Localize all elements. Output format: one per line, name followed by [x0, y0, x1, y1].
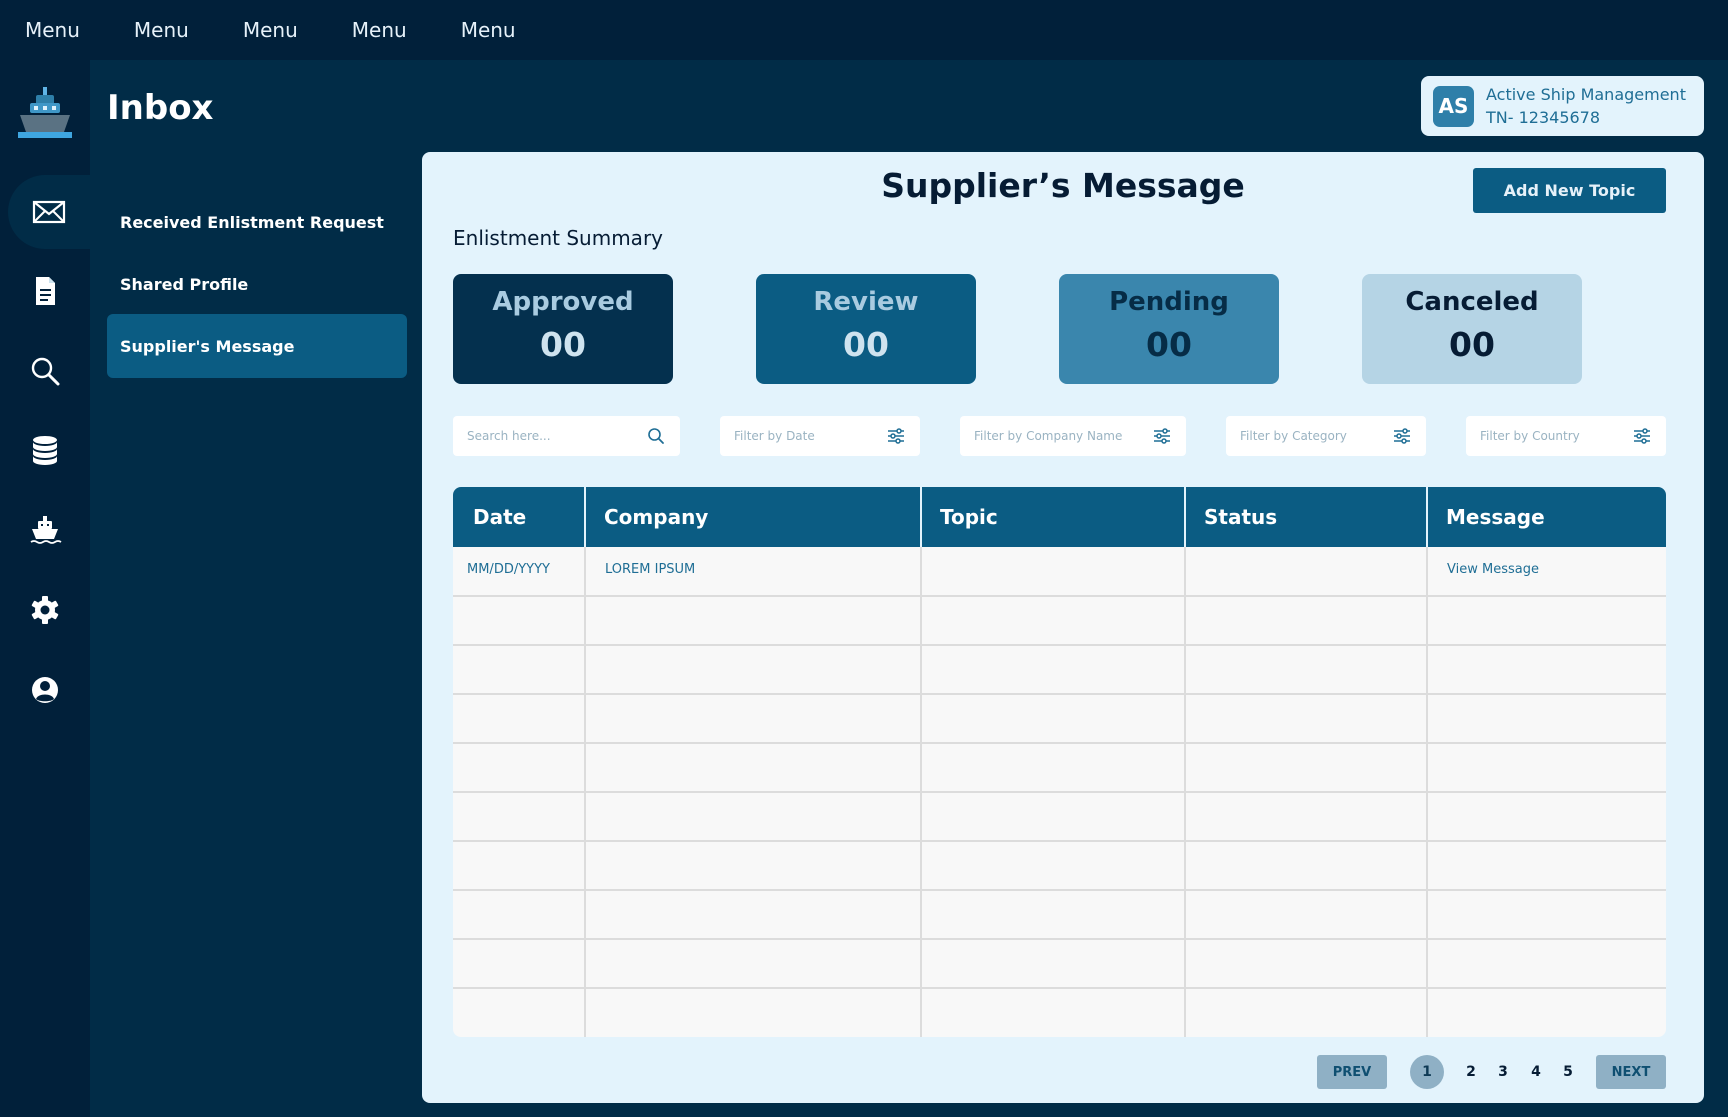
- cell-date: MM/DD/YYYY: [467, 562, 550, 577]
- messages-table: Date Company Topic Status Message MM/DD/…: [453, 487, 1666, 1037]
- card-label: Canceled: [1405, 287, 1539, 317]
- column-header-date[interactable]: Date: [453, 487, 586, 547]
- page-4[interactable]: 4: [1519, 1055, 1553, 1089]
- nav-database[interactable]: [0, 413, 90, 487]
- row-divider: [453, 987, 1666, 989]
- card-count: 00: [540, 325, 586, 364]
- card-label: Pending: [1109, 287, 1229, 317]
- main-panel: Supplier’s Message Add New Topic Enlistm…: [422, 152, 1704, 1103]
- page-title: Inbox: [107, 88, 214, 128]
- inbox-nav: Received Enlistment Request Shared Profi…: [107, 190, 407, 378]
- card-count: 00: [1146, 325, 1192, 364]
- card-count: 00: [1449, 325, 1495, 364]
- nav-ships[interactable]: [0, 493, 90, 567]
- icon-sidebar: [0, 60, 90, 1117]
- next-button[interactable]: NEXT: [1596, 1055, 1666, 1089]
- nav-item-received-enlistment-request[interactable]: Received Enlistment Request: [107, 190, 407, 254]
- top-menu-item[interactable]: Menu: [243, 18, 298, 42]
- summary-card-review: Review 00: [756, 274, 976, 384]
- nav-item-suppliers-message[interactable]: Supplier's Message: [107, 314, 407, 378]
- page-2[interactable]: 2: [1454, 1055, 1488, 1089]
- filter-company-placeholder: Filter by Company Name: [974, 429, 1123, 443]
- account-name: Active Ship Management: [1486, 85, 1686, 104]
- row-divider: [453, 889, 1666, 891]
- top-menu-bar: Menu Menu Menu Menu Menu: [0, 0, 1728, 60]
- nav-mail[interactable]: [8, 175, 90, 249]
- search-placeholder: Search here...: [467, 429, 551, 443]
- row-divider: [453, 742, 1666, 744]
- summary-label: Enlistment Summary: [453, 226, 663, 250]
- row-divider: [453, 791, 1666, 793]
- page-1[interactable]: 1: [1410, 1055, 1444, 1089]
- row-divider: [453, 644, 1666, 646]
- account-id: TN- 12345678: [1486, 108, 1601, 127]
- nav-item-shared-profile[interactable]: Shared Profile: [107, 252, 407, 316]
- row-divider: [453, 595, 1666, 597]
- card-label: Approved: [492, 287, 634, 317]
- filter-country-placeholder: Filter by Country: [1480, 429, 1580, 443]
- top-menu-item[interactable]: Menu: [25, 18, 80, 42]
- avatar: AS: [1433, 85, 1474, 127]
- column-header-topic[interactable]: Topic: [920, 487, 1186, 547]
- top-menu-item[interactable]: Menu: [134, 18, 189, 42]
- filter-category[interactable]: Filter by Category: [1226, 416, 1426, 456]
- filter-company[interactable]: Filter by Company Name: [960, 416, 1186, 456]
- nav-settings[interactable]: [0, 573, 90, 647]
- ship-icon: [30, 516, 62, 544]
- sliders-icon: [1634, 428, 1650, 444]
- table-header: Date Company Topic Status Message: [453, 487, 1666, 547]
- row-divider: [453, 693, 1666, 695]
- prev-button[interactable]: PREV: [1317, 1055, 1387, 1089]
- page-5[interactable]: 5: [1551, 1055, 1585, 1089]
- document-icon: [36, 277, 55, 305]
- summary-card-approved: Approved 00: [453, 274, 673, 384]
- account-card[interactable]: AS Active Ship Management TN- 12345678: [1421, 76, 1704, 136]
- filter-category-placeholder: Filter by Category: [1240, 429, 1347, 443]
- search-icon: [31, 357, 60, 386]
- user-icon: [32, 677, 58, 703]
- summary-card-pending: Pending 00: [1059, 274, 1279, 384]
- column-header-status[interactable]: Status: [1184, 487, 1428, 547]
- view-message-link[interactable]: View Message: [1447, 562, 1539, 577]
- summary-card-canceled: Canceled 00: [1362, 274, 1582, 384]
- ship-logo-icon[interactable]: [16, 85, 74, 143]
- filter-country[interactable]: Filter by Country: [1466, 416, 1666, 456]
- page-3[interactable]: 3: [1486, 1055, 1520, 1089]
- filter-date-placeholder: Filter by Date: [734, 429, 815, 443]
- add-new-topic-button[interactable]: Add New Topic: [1473, 168, 1666, 213]
- row-divider: [453, 938, 1666, 940]
- search-input[interactable]: Search here...: [453, 416, 680, 456]
- mail-icon: [32, 200, 66, 224]
- gear-icon: [31, 596, 59, 624]
- database-icon: [33, 436, 57, 465]
- nav-documents[interactable]: [0, 254, 90, 328]
- card-count: 00: [843, 325, 889, 364]
- cell-company: LOREM IPSUM: [605, 562, 696, 577]
- nav-search[interactable]: [0, 334, 90, 408]
- sliders-icon: [1154, 428, 1170, 444]
- filter-date[interactable]: Filter by Date: [720, 416, 920, 456]
- sliders-icon: [888, 428, 904, 444]
- column-header-company[interactable]: Company: [584, 487, 922, 547]
- sliders-icon: [1394, 428, 1410, 444]
- nav-profile[interactable]: [0, 653, 90, 727]
- row-divider: [453, 840, 1666, 842]
- top-menu-item[interactable]: Menu: [352, 18, 407, 42]
- search-icon: [648, 428, 664, 444]
- top-menu-item[interactable]: Menu: [461, 18, 516, 42]
- column-header-message[interactable]: Message: [1426, 487, 1666, 547]
- card-label: Review: [813, 287, 919, 317]
